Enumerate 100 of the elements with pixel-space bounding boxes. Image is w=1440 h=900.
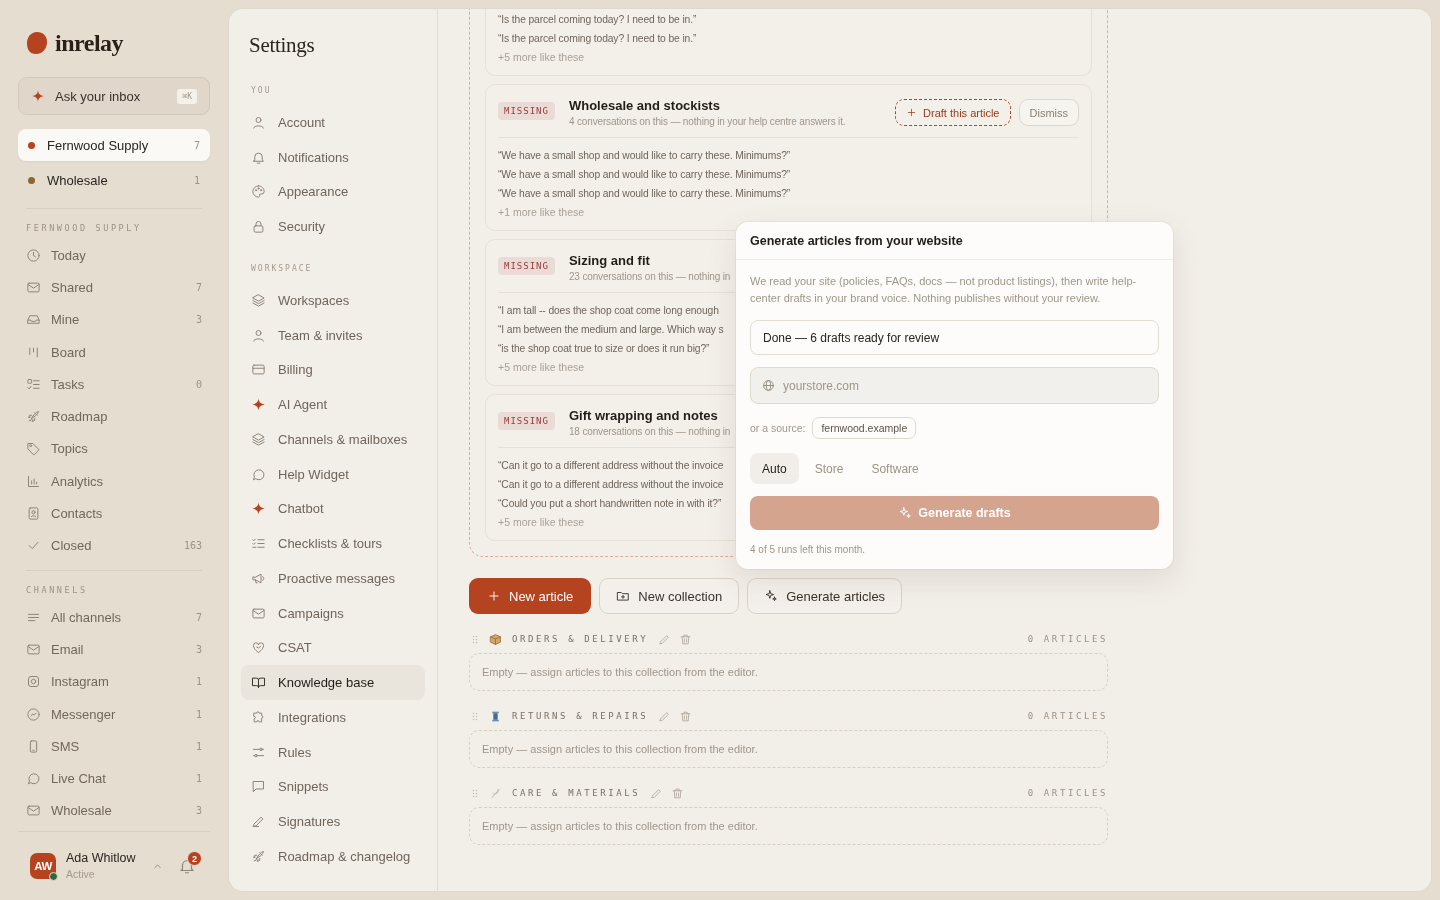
settings-item[interactable]: Account xyxy=(241,105,425,140)
article-count: 0 ARTICLES xyxy=(1027,634,1108,644)
envelope-icon xyxy=(26,803,41,819)
nav-item[interactable]: Analytics xyxy=(18,465,210,498)
settings-item[interactable]: Notifications xyxy=(241,139,425,175)
count-label: 163 xyxy=(183,540,202,552)
settings-item[interactable]: Appearance xyxy=(241,174,425,210)
person-icon xyxy=(251,114,266,130)
settings-item[interactable]: Knowledge base xyxy=(241,665,425,700)
new-article-button[interactable]: New article xyxy=(469,578,592,614)
contact-card-icon xyxy=(26,506,41,521)
empty-collection-note: Empty — assign articles to this collection from the editor. xyxy=(469,653,1108,691)
mode-tab[interactable]: Auto xyxy=(750,453,799,484)
quote: “We have a small shop and would like to carry these. Minimums?” xyxy=(498,168,791,182)
checklist-icon xyxy=(26,376,41,392)
settings-title: Settings xyxy=(249,33,316,57)
missing-badge: MISSING xyxy=(498,257,555,275)
nav-item[interactable]: Closed 163 xyxy=(18,529,210,562)
more-label: +1 more like these xyxy=(498,205,585,220)
settings-item[interactable]: Rules xyxy=(241,734,425,770)
settings-item[interactable]: Billing xyxy=(241,352,425,388)
nav-item[interactable]: Topics xyxy=(18,432,210,466)
package-icon xyxy=(489,632,502,646)
url-field[interactable]: yourstore.com xyxy=(750,367,1159,404)
gap-subtitle: 4 conversations on this — nothing in your help centre answers it. xyxy=(568,116,846,127)
needle-icon xyxy=(489,786,502,800)
dismiss-button[interactable]: Dismiss xyxy=(1018,99,1079,126)
nav-item[interactable]: Messenger 1 xyxy=(18,697,210,731)
nav-item[interactable]: Tasks 0 xyxy=(18,368,210,401)
nav-item[interactable]: Instagram 1 xyxy=(18,665,210,698)
trash-icon xyxy=(671,786,685,800)
count-label: 1 xyxy=(195,708,202,720)
heart-icon xyxy=(251,640,266,656)
settings-item[interactable]: Security xyxy=(241,209,425,244)
mode-tab[interactable]: Software xyxy=(859,453,931,484)
collection-name: CARE & MATERIALS xyxy=(512,788,641,798)
nav-item[interactable]: Email 3 xyxy=(18,633,210,666)
settings-item[interactable]: Snippets xyxy=(241,769,425,805)
nav-item[interactable]: Mine 3 xyxy=(18,303,210,336)
nav-item[interactable]: Roadmap xyxy=(18,400,210,433)
count-label: 3 xyxy=(195,314,202,326)
count-label: 1 xyxy=(195,740,202,752)
edit-icon xyxy=(658,709,672,723)
avatar[interactable]: AW xyxy=(30,853,56,879)
workspace-item[interactable]: Wholesale 1 xyxy=(18,164,210,196)
mode-tab[interactable]: Store xyxy=(802,453,856,484)
settings-item[interactable]: Proactive messages xyxy=(241,561,425,596)
collection-name: ORDERS & DELIVERY xyxy=(512,634,649,644)
quote: “Can it go to a different address without the invoice xyxy=(498,478,724,492)
pen-icon xyxy=(251,814,266,830)
settings-item[interactable]: Signatures xyxy=(241,804,425,839)
layers-icon xyxy=(251,292,266,308)
sparkles-icon xyxy=(764,589,779,603)
draft-article-button[interactable]: Draft this article xyxy=(895,99,1011,126)
chat-circle-icon xyxy=(26,706,41,722)
user-status: Active xyxy=(66,867,96,882)
source-chip[interactable]: fernwood.example xyxy=(812,417,917,439)
settings-item[interactable]: Team & invites xyxy=(241,317,425,353)
nav-item[interactable]: Contacts xyxy=(18,497,210,530)
nav-item[interactable]: Wholesale 3 xyxy=(18,794,210,828)
gap-title: Sizing and fit xyxy=(568,253,651,268)
settings-item[interactable]: Integrations xyxy=(241,700,425,735)
nav-item[interactable]: Board xyxy=(18,335,210,369)
settings-item[interactable]: Workspaces xyxy=(241,283,425,318)
new-collection-button[interactable]: New collection xyxy=(599,578,740,614)
count-label: 1 xyxy=(195,773,202,785)
user-name: Ada Whitlow xyxy=(66,850,136,866)
layers-icon xyxy=(251,431,266,447)
settings-item[interactable]: Checklists & tours xyxy=(241,526,425,561)
envelope-icon xyxy=(26,641,41,657)
spool-icon xyxy=(489,709,502,723)
settings-item[interactable]: Chatbot xyxy=(241,491,425,527)
ask-inbox-button[interactable]: Ask your inbox ⌘K xyxy=(18,77,210,115)
quote: “We have a small shop and would like to carry these. Minimums?” xyxy=(498,149,791,163)
count-label: 1 xyxy=(193,174,200,186)
nav-item[interactable]: Shared 7 xyxy=(18,271,210,304)
nav-item[interactable]: All channels 7 xyxy=(18,600,210,634)
camera-icon xyxy=(26,674,41,690)
sparkles-icon xyxy=(898,506,913,520)
nav-item[interactable]: SMS 1 xyxy=(18,730,210,763)
settings-item[interactable]: Roadmap & changelog xyxy=(241,839,425,874)
plus-icon xyxy=(906,107,918,118)
more-label: +5 more like these xyxy=(498,50,585,65)
brand-name: inrelay xyxy=(55,29,124,57)
quote: “Could you put a short handwritten note in with it?” xyxy=(498,497,722,511)
count-label: 0 xyxy=(195,378,202,390)
source-label: or a source: xyxy=(750,422,806,434)
settings-item[interactable]: AI Agent xyxy=(241,387,425,422)
gap-subtitle: 23 conversations on this — nothing in xyxy=(568,271,731,282)
bell-icon xyxy=(178,857,196,875)
generate-articles-button[interactable]: Generate articles xyxy=(747,578,903,614)
settings-item[interactable]: Channels & mailboxes xyxy=(241,422,425,457)
article-count: 0 ARTICLES xyxy=(1027,788,1108,798)
nav-item[interactable]: Today xyxy=(18,239,210,272)
nav-item[interactable]: Live Chat 1 xyxy=(18,762,210,795)
settings-item[interactable]: Campaigns xyxy=(241,595,425,631)
quote: “Is the parcel coming today? I need to be in.” xyxy=(498,13,697,27)
settings-item[interactable]: Help Widget xyxy=(241,456,425,492)
settings-item[interactable]: CSAT xyxy=(241,630,425,666)
workspace-item[interactable]: Fernwood Supply 7 xyxy=(18,129,210,161)
